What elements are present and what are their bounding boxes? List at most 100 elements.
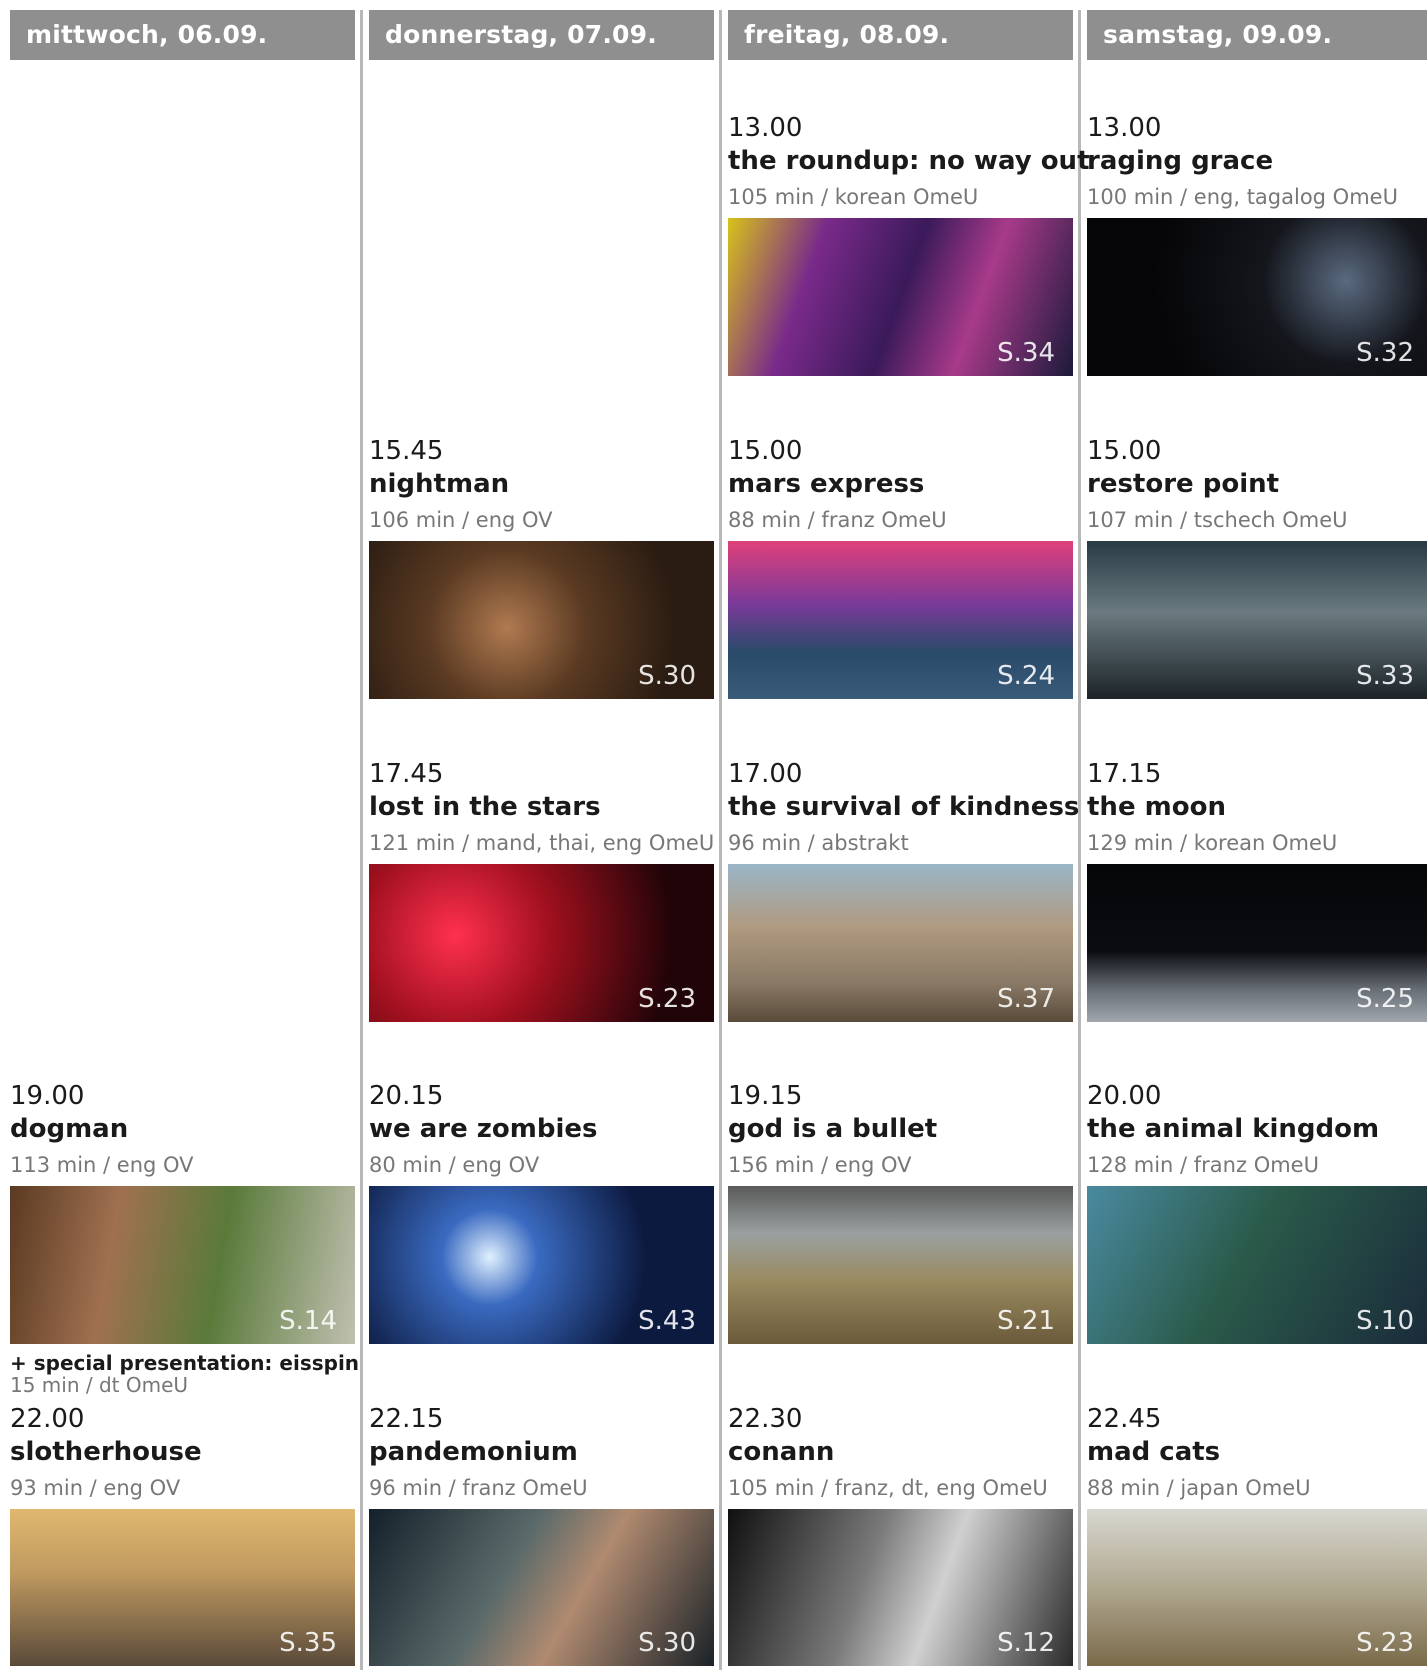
screening-dogman[interactable]: 19.00 dogman 113 min / eng OV S.14 [10, 1080, 355, 1344]
film-meta: 88 min / japan OmeU [1087, 1476, 1311, 1500]
page-reference: S.35 [279, 1628, 337, 1658]
film-title[interactable]: the survival of kindness [728, 790, 1079, 824]
film-still[interactable]: S.43 [369, 1186, 714, 1344]
screening-time: 13.00 [728, 113, 803, 143]
day-column-mittwoch: mittwoch, 06.09. 19.00 dogman 113 min / … [10, 10, 359, 1670]
day-header: freitag, 08.09. [728, 10, 1073, 60]
screening-the-moon[interactable]: 17.15 the moon 129 min / korean OmeU S.2… [1087, 758, 1427, 1022]
screening-time: 19.00 [10, 1081, 85, 1111]
page-reference: S.30 [638, 661, 696, 691]
film-still[interactable]: S.25 [1087, 864, 1427, 1022]
film-title[interactable]: the roundup: no way out [728, 144, 1090, 178]
film-title[interactable]: mad cats [1087, 1435, 1427, 1469]
film-title[interactable]: pandemonium [369, 1435, 714, 1469]
screening-time: 15.00 [1087, 436, 1162, 466]
film-still[interactable]: S.30 [369, 541, 714, 699]
column-divider [1078, 10, 1081, 1670]
film-meta: 93 min / eng OV [10, 1476, 181, 1500]
film-title[interactable]: lost in the stars [369, 790, 714, 824]
film-still[interactable]: S.10 [1087, 1186, 1427, 1344]
screening-time: 17.45 [369, 759, 444, 789]
film-title[interactable]: the moon [1087, 790, 1427, 824]
page-reference: S.12 [997, 1628, 1055, 1658]
screening-time: 17.15 [1087, 759, 1162, 789]
screening-restore-point[interactable]: 15.00 restore point 107 min / tschech Om… [1087, 435, 1427, 699]
screening-time: 22.45 [1087, 1404, 1162, 1434]
film-still[interactable]: S.32 [1087, 218, 1427, 376]
screening-time: 13.00 [1087, 113, 1162, 143]
film-still[interactable]: S.21 [728, 1186, 1073, 1344]
screening-lost-in-the-stars[interactable]: 17.45 lost in the stars 121 min / mand, … [369, 758, 714, 1022]
screening-the-roundup[interactable]: 13.00 the roundup: no way out 105 min / … [728, 112, 1090, 376]
page-reference: S.10 [1356, 1306, 1414, 1336]
page-reference: S.23 [638, 984, 696, 1014]
day-header: donnerstag, 07.09. [369, 10, 714, 60]
film-title[interactable]: mars express [728, 467, 1073, 501]
day-column-donnerstag: donnerstag, 07.09. 15.45 nightman 106 mi… [369, 10, 714, 1670]
screening-nightman[interactable]: 15.45 nightman 106 min / eng OV S.30 [369, 435, 714, 699]
film-meta: 128 min / franz OmeU [1087, 1153, 1319, 1177]
film-still[interactable]: S.12 [728, 1509, 1073, 1666]
film-title[interactable]: the animal kingdom [1087, 1112, 1427, 1146]
day-header: mittwoch, 06.09. [10, 10, 355, 60]
screening-time: 15.45 [369, 436, 444, 466]
page-reference: S.25 [1356, 984, 1414, 1014]
screening-conann[interactable]: 22.30 conann 105 min / franz, dt, eng Om… [728, 1403, 1073, 1666]
screening-slotherhouse[interactable]: 22.00 slotherhouse 93 min / eng OV S.35 [10, 1403, 355, 1666]
column-divider [360, 10, 363, 1670]
film-title[interactable]: we are zombies [369, 1112, 714, 1146]
page-reference: S.24 [997, 661, 1055, 691]
screening-pandemonium[interactable]: 22.15 pandemonium 96 min / franz OmeU S.… [369, 1403, 714, 1666]
film-title[interactable]: nightman [369, 467, 714, 501]
screening-raging-grace[interactable]: 13.00 raging grace 100 min / eng, tagalo… [1087, 112, 1427, 376]
screening-we-are-zombies[interactable]: 20.15 we are zombies 80 min / eng OV S.4… [369, 1080, 714, 1344]
day-column-samstag: samstag, 09.09. 13.00 raging grace 100 m… [1087, 10, 1427, 1670]
film-meta: 129 min / korean OmeU [1087, 831, 1338, 855]
film-meta: 96 min / franz OmeU [369, 1476, 588, 1500]
film-title[interactable]: raging grace [1087, 144, 1427, 178]
screening-time: 20.15 [369, 1081, 444, 1111]
film-still[interactable]: S.30 [369, 1509, 714, 1666]
film-title[interactable]: dogman [10, 1112, 355, 1146]
day-header: samstag, 09.09. [1087, 10, 1427, 60]
film-meta: 100 min / eng, tagalog OmeU [1087, 185, 1398, 209]
screening-god-is-a-bullet[interactable]: 19.15 god is a bullet 156 min / eng OV S… [728, 1080, 1073, 1344]
film-meta: 107 min / tschech OmeU [1087, 508, 1348, 532]
screening-mad-cats[interactable]: 22.45 mad cats 88 min / japan OmeU S.23 [1087, 1403, 1427, 1666]
film-still[interactable]: S.23 [1087, 1509, 1427, 1666]
screening-time: 22.00 [10, 1404, 85, 1434]
special-presentation: + special presentation: eisspin 15 min /… [10, 1352, 359, 1396]
column-divider [719, 10, 722, 1670]
day-column-freitag: freitag, 08.09. 13.00 the roundup: no wa… [728, 10, 1090, 1670]
film-meta: 121 min / mand, thai, eng OmeU [369, 831, 715, 855]
film-still[interactable]: S.34 [728, 218, 1073, 376]
film-meta: 88 min / franz OmeU [728, 508, 947, 532]
film-meta: 96 min / abstrakt [728, 831, 909, 855]
page-reference: S.32 [1356, 338, 1414, 368]
page-reference: S.34 [997, 338, 1055, 368]
film-still[interactable]: S.35 [10, 1509, 355, 1666]
film-still[interactable]: S.37 [728, 864, 1073, 1022]
screening-time: 15.00 [728, 436, 803, 466]
film-still[interactable]: S.33 [1087, 541, 1427, 699]
film-title[interactable]: slotherhouse [10, 1435, 355, 1469]
screening-time: 19.15 [728, 1081, 803, 1111]
screening-time: 17.00 [728, 759, 803, 789]
film-title[interactable]: restore point [1087, 467, 1427, 501]
film-meta: 106 min / eng OV [369, 508, 553, 532]
film-title[interactable]: conann [728, 1435, 1073, 1469]
page-reference: S.30 [638, 1628, 696, 1658]
page-reference: S.14 [279, 1306, 337, 1336]
screening-the-survival-of-kindness[interactable]: 17.00 the survival of kindness 96 min / … [728, 758, 1079, 1022]
screening-mars-express[interactable]: 15.00 mars express 88 min / franz OmeU S… [728, 435, 1073, 699]
screening-the-animal-kingdom[interactable]: 20.00 the animal kingdom 128 min / franz… [1087, 1080, 1427, 1344]
film-still[interactable]: S.14 [10, 1186, 355, 1344]
page-reference: S.43 [638, 1306, 696, 1336]
film-title[interactable]: god is a bullet [728, 1112, 1073, 1146]
screening-time: 22.30 [728, 1404, 803, 1434]
film-meta: 80 min / eng OV [369, 1153, 540, 1177]
film-still[interactable]: S.23 [369, 864, 714, 1022]
film-still[interactable]: S.24 [728, 541, 1073, 699]
page-reference: S.23 [1356, 1628, 1414, 1658]
page-reference: S.37 [997, 984, 1055, 1014]
